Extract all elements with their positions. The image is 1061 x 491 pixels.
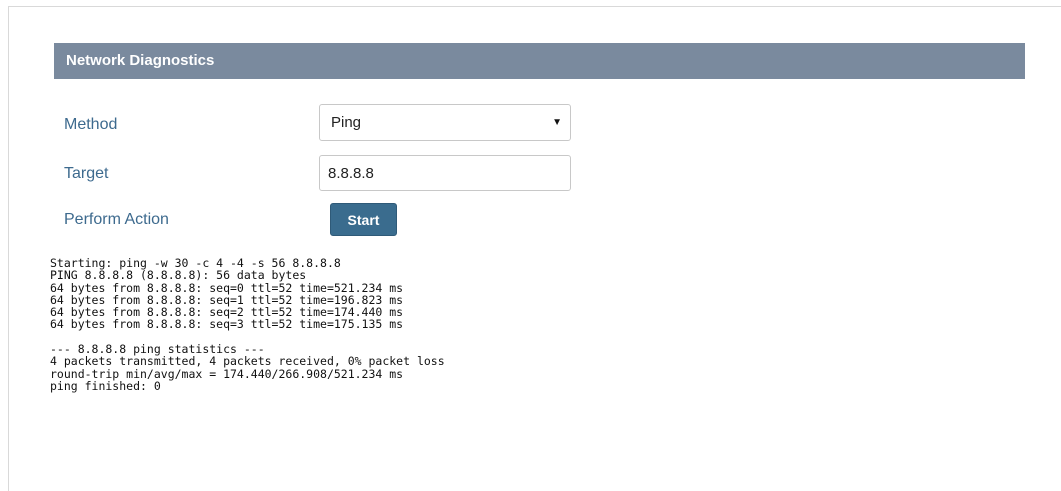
diagnostics-page: Network Diagnostics Method Ping ▼ Target…: [0, 0, 1061, 491]
method-select-value: Ping: [331, 114, 362, 131]
method-label: Method: [64, 116, 118, 133]
start-button[interactable]: Start: [330, 203, 397, 236]
frame-border-left: [8, 6, 9, 491]
output-line: 64 bytes from 8.8.8.8: seq=3 ttl=52 time…: [50, 317, 404, 332]
diagnostics-output: Starting: ping -w 30 -c 4 -4 -s 56 8.8.8…: [50, 257, 445, 392]
perform-action-label: Perform Action: [64, 211, 169, 228]
output-line: ping finished: 0: [50, 378, 161, 393]
target-label: Target: [64, 165, 109, 182]
method-select[interactable]: Ping ▼: [319, 104, 571, 141]
caret-down-icon: ▼: [552, 117, 562, 128]
panel-title: Network Diagnostics: [54, 43, 1025, 79]
target-input[interactable]: [319, 155, 571, 191]
frame-border-top: [8, 6, 1061, 7]
